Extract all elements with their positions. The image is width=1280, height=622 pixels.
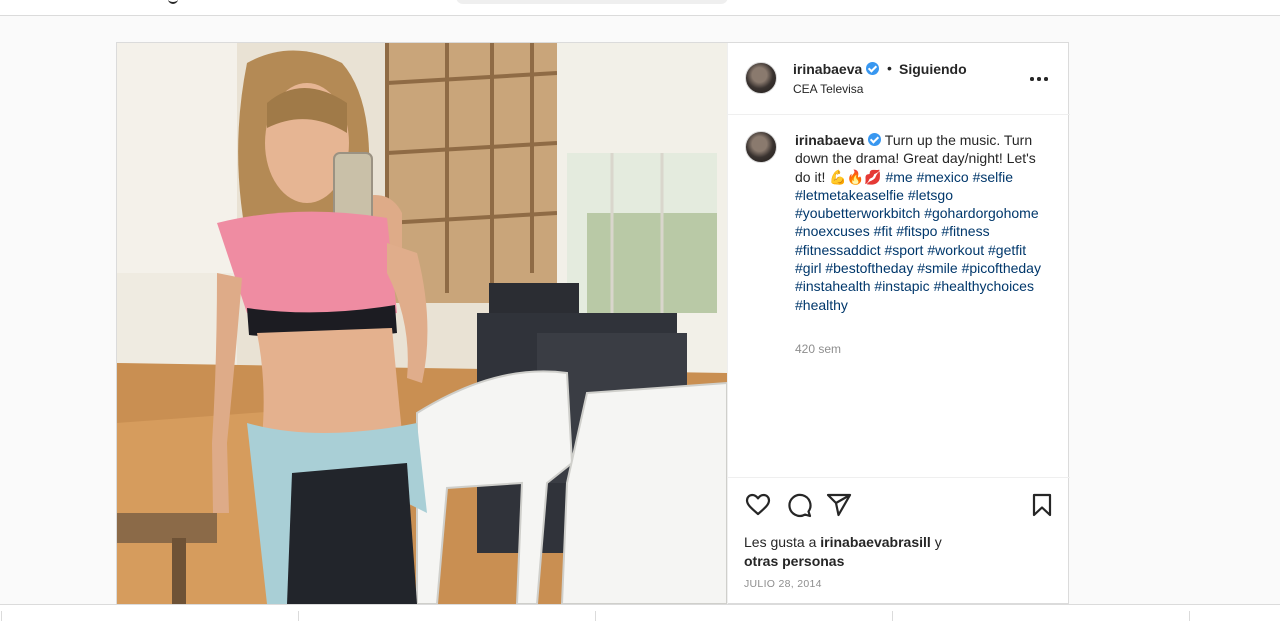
- post-date[interactable]: JULIO 28, 2014: [744, 578, 822, 590]
- hashtag-link[interactable]: #healthy: [795, 297, 848, 313]
- instagram-logo[interactable]: [168, 0, 178, 4]
- likes-prefix: Les gusta a: [744, 534, 817, 550]
- hashtag-link[interactable]: #picoftheday: [962, 260, 1041, 276]
- hashtag-link[interactable]: #healthychoices: [934, 278, 1034, 294]
- post-location[interactable]: CEA Televisa: [793, 82, 863, 96]
- divider: [1189, 611, 1190, 621]
- hashtag-link[interactable]: #instapic: [874, 278, 929, 294]
- hashtag-link[interactable]: #letsgo: [908, 187, 953, 203]
- caption-username[interactable]: irinabaeva: [795, 132, 864, 148]
- share-icon[interactable]: [826, 492, 852, 518]
- comments-section: irinabaeva Turn up the music. Turn down …: [728, 115, 1070, 477]
- top-nav-bar: [0, 0, 1280, 16]
- post-photo[interactable]: [117, 43, 727, 604]
- hashtag-link[interactable]: #workout: [927, 242, 984, 258]
- caption-time: 420 sem: [795, 342, 842, 356]
- verified-badge-icon: [866, 62, 880, 75]
- hashtag-link[interactable]: #instahealth: [795, 278, 871, 294]
- hashtag-link[interactable]: #getfit: [988, 242, 1026, 258]
- hashtag-link[interactable]: #noexcuses: [795, 223, 870, 239]
- divider: [298, 611, 299, 621]
- post-photo-image: [117, 43, 727, 604]
- hashtag-link[interactable]: #girl: [795, 260, 821, 276]
- search-input[interactable]: [456, 0, 728, 4]
- caption-avatar[interactable]: [745, 131, 777, 163]
- following-button[interactable]: Siguiendo: [899, 61, 967, 77]
- verified-badge-icon: [868, 133, 882, 146]
- author-avatar[interactable]: [745, 62, 777, 94]
- divider: [892, 611, 893, 621]
- caption-hashtags: #me #mexico #selfie #letmetakeaselfie #l…: [795, 169, 1041, 313]
- more-options-icon[interactable]: [1030, 69, 1050, 89]
- post-dialog: irinabaeva • Siguiendo CEA Televisa irin…: [116, 42, 1070, 604]
- hashtag-link[interactable]: #smile: [917, 260, 957, 276]
- post-caption: irinabaeva Turn up the music. Turn down …: [795, 131, 1047, 314]
- author-username[interactable]: irinabaeva: [793, 61, 862, 77]
- separator-dot: •: [887, 60, 892, 76]
- liker-username[interactable]: irinabaevabrasill: [820, 534, 931, 550]
- divider: [1, 611, 2, 621]
- hashtag-link[interactable]: #fitness: [941, 223, 989, 239]
- heart-icon[interactable]: [745, 492, 771, 518]
- author-username-row[interactable]: irinabaeva: [793, 61, 880, 77]
- hashtag-link[interactable]: #fitspo: [896, 223, 937, 239]
- post-actions: Les gusta a irinabaevabrasill y otras pe…: [728, 477, 1070, 604]
- divider: [595, 611, 596, 621]
- hashtag-link[interactable]: #letmetakeaselfie: [795, 187, 904, 203]
- hashtag-link[interactable]: #selfie: [973, 169, 1013, 185]
- hashtag-link[interactable]: #youbetterworkbitch: [795, 205, 920, 221]
- comment-icon[interactable]: [786, 492, 812, 518]
- post-header: irinabaeva • Siguiendo CEA Televisa: [728, 43, 1070, 115]
- bookmark-icon[interactable]: [1029, 492, 1055, 518]
- hashtag-link[interactable]: #bestoftheday: [825, 260, 913, 276]
- likes-summary: Les gusta a irinabaevabrasill y otras pe…: [744, 533, 1044, 570]
- hashtag-link[interactable]: #mexico: [917, 169, 969, 185]
- likes-joiner: y: [934, 534, 942, 550]
- bottom-bar: [0, 604, 1280, 622]
- hashtag-link[interactable]: #fitnessaddict: [795, 242, 881, 258]
- hashtag-link[interactable]: #fit: [874, 223, 893, 239]
- other-likers-link[interactable]: otras personas: [744, 553, 844, 569]
- post-sidebar: irinabaeva • Siguiendo CEA Televisa irin…: [727, 43, 1070, 604]
- hashtag-link[interactable]: #me: [885, 169, 912, 185]
- hashtag-link[interactable]: #sport: [885, 242, 924, 258]
- hashtag-link[interactable]: #gohardorgohome: [924, 205, 1038, 221]
